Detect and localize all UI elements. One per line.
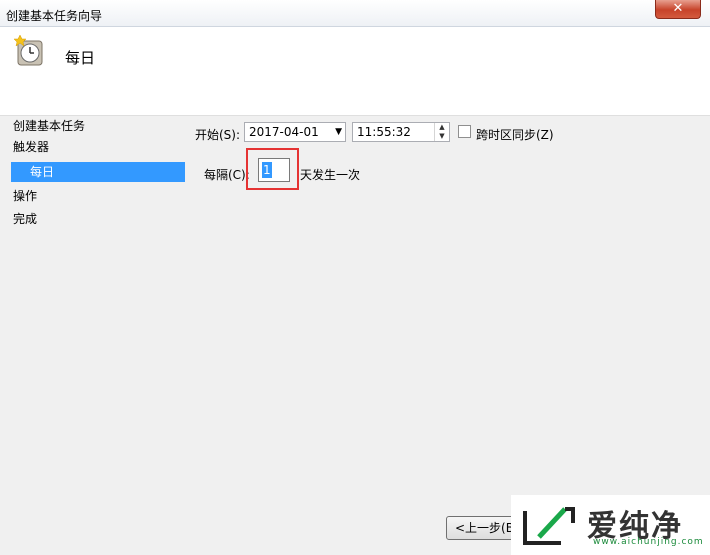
sync-timezone-checkbox[interactable] xyxy=(458,125,471,138)
nav-item-create-task[interactable]: 创建基本任务 xyxy=(13,116,85,136)
start-time-value: 11:55:32 xyxy=(357,125,411,139)
watermark: 爱纯净 www.aichunjing.com xyxy=(511,495,710,555)
nav-item-trigger[interactable]: 触发器 xyxy=(13,137,49,157)
chevron-down-icon[interactable]: ▼ xyxy=(335,123,342,141)
close-icon: ✕ xyxy=(672,1,684,16)
nav-item-daily[interactable]: 每日 xyxy=(11,162,185,182)
wizard-steps: 创建基本任务 触发器 每日 操作 完成 xyxy=(0,116,188,506)
nav-item-finish[interactable]: 完成 xyxy=(13,209,37,229)
start-label: 开始(S): xyxy=(195,128,241,142)
clock-icon xyxy=(14,35,43,66)
start-date-picker[interactable]: 2017-04-01 ▼ xyxy=(244,122,346,142)
every-suffix-label: 天发生一次 xyxy=(300,168,361,182)
watermark-url: www.aichunjing.com xyxy=(593,537,704,547)
highlight-box xyxy=(246,148,299,190)
start-date-value: 2017-04-01 xyxy=(249,125,319,139)
spin-up-icon[interactable]: ▲ xyxy=(435,123,449,132)
nav-item-action[interactable]: 操作 xyxy=(13,186,37,206)
window-title: 创建基本任务向导 xyxy=(6,9,103,23)
every-label: 每隔(C): xyxy=(204,168,250,182)
close-button[interactable]: ✕ xyxy=(655,0,701,19)
wizard-header: 每日 xyxy=(0,27,710,116)
back-button-label: <上一步(B xyxy=(455,521,514,535)
watermark-logo-icon xyxy=(523,507,575,545)
sync-timezone-label: 跨时区同步(Z) xyxy=(476,128,554,142)
page-title: 每日 xyxy=(65,49,96,67)
title-bar: 创建基本任务向导 ✕ xyxy=(0,0,710,27)
time-spinner[interactable]: ▲ ▼ xyxy=(434,123,449,141)
spin-down-icon[interactable]: ▼ xyxy=(435,132,449,141)
start-time-input[interactable]: 11:55:32 ▲ ▼ xyxy=(352,122,450,142)
